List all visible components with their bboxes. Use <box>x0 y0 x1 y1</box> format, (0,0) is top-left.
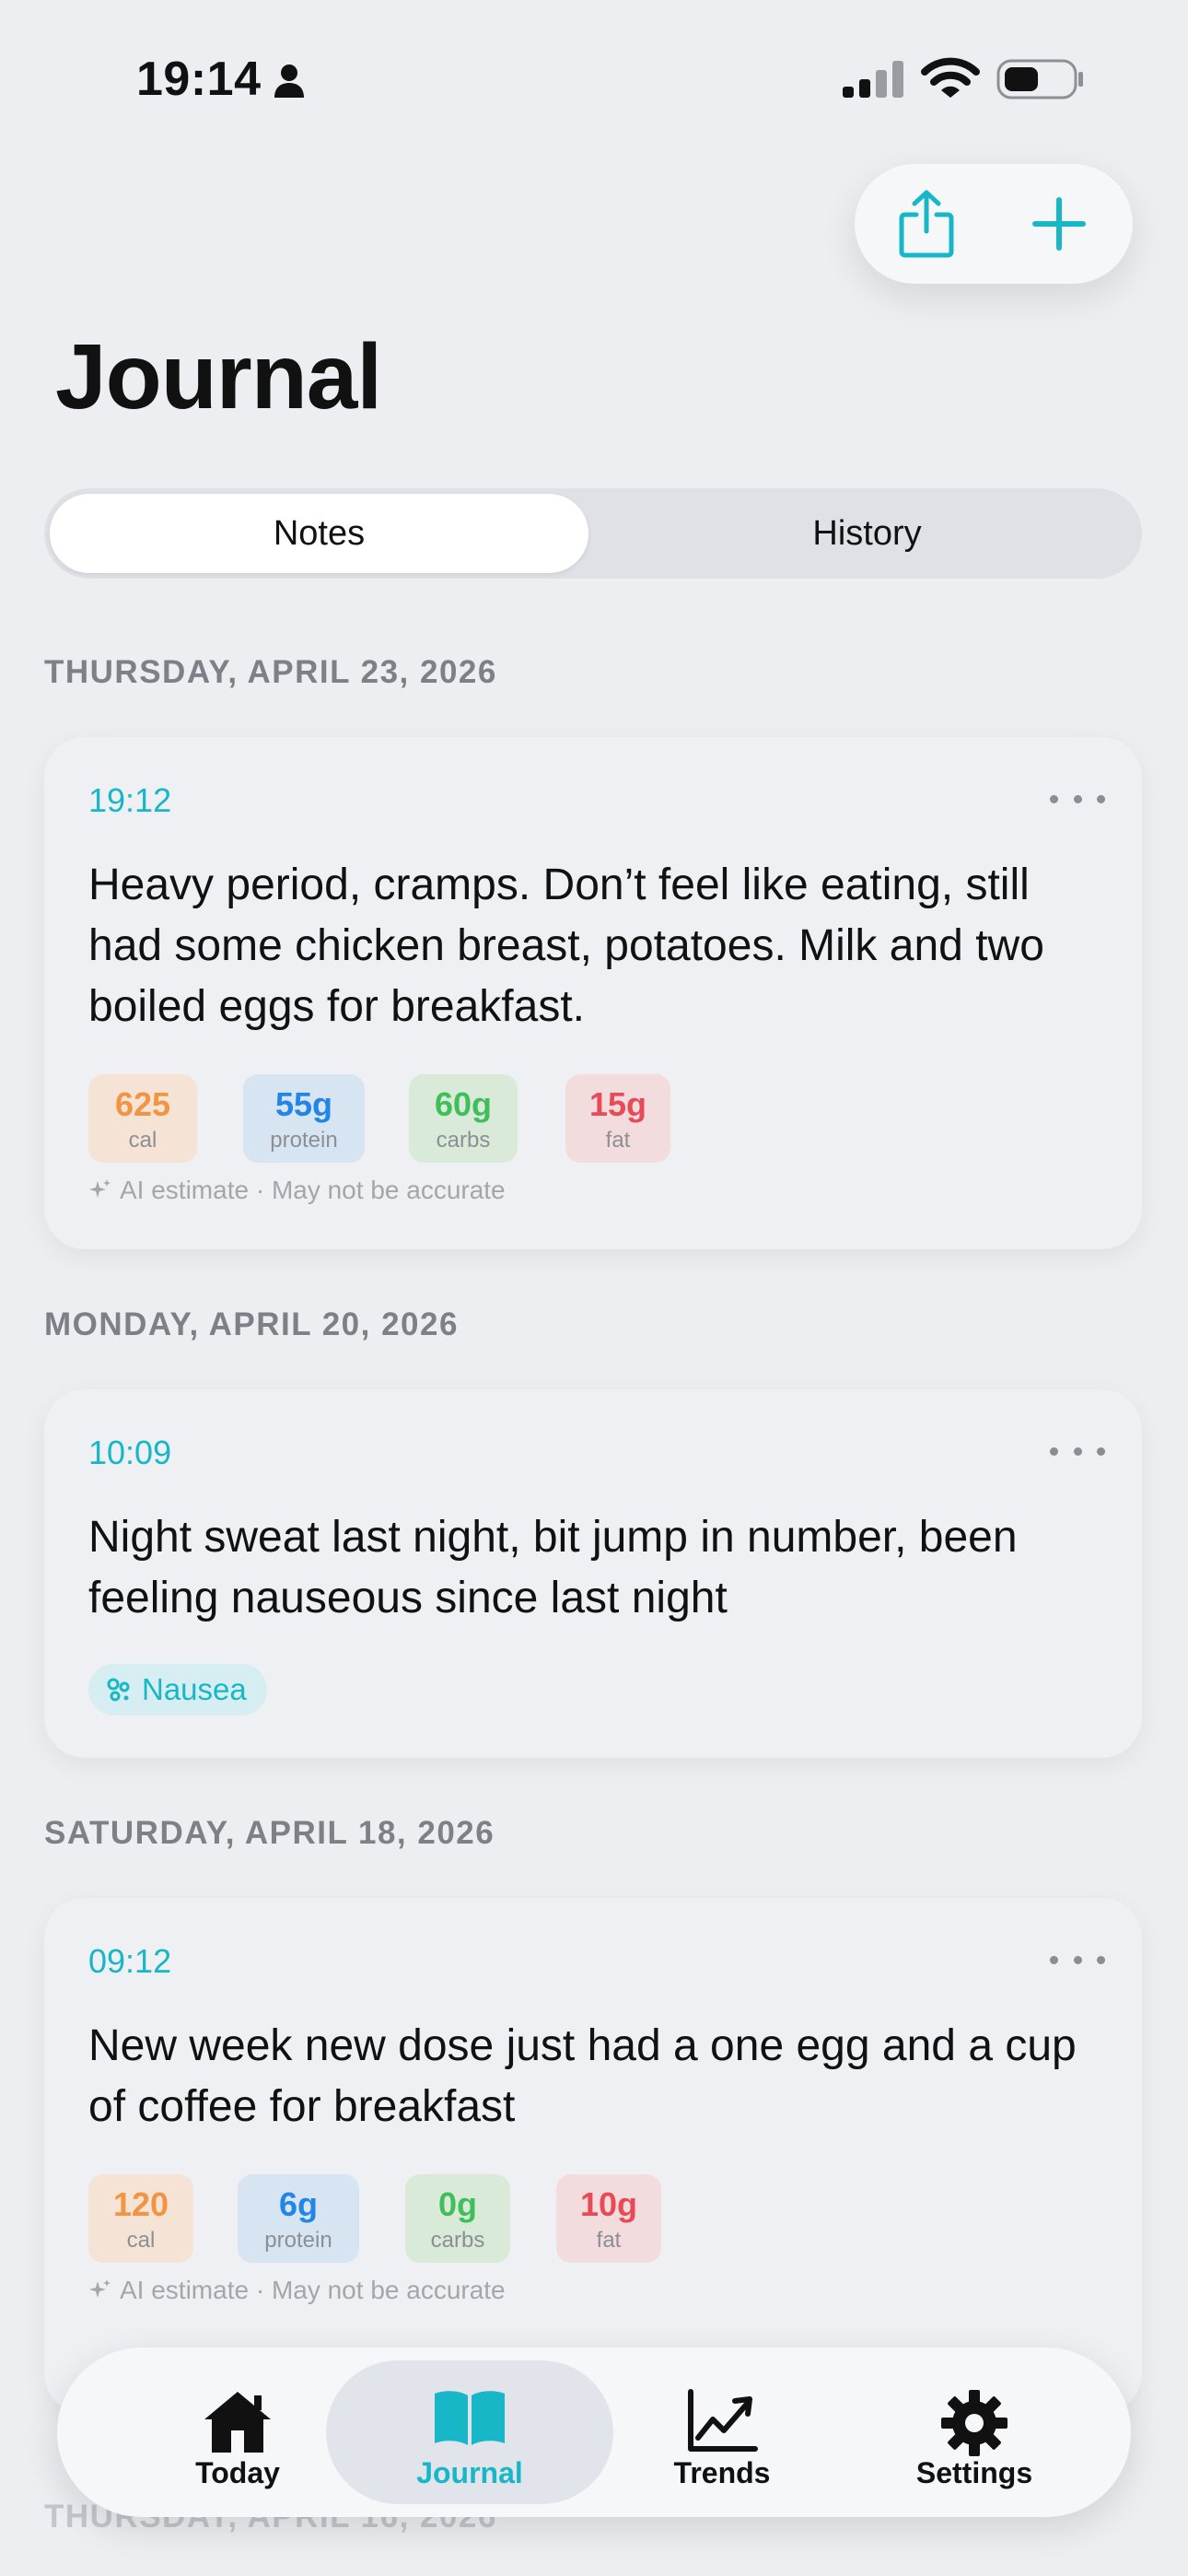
tab-journal-label: Journal <box>416 2456 523 2489</box>
tab-trends[interactable]: Trends <box>578 2360 866 2504</box>
sparkle-icon <box>89 2279 111 2298</box>
book-icon <box>435 2391 505 2445</box>
wifi-icon <box>921 57 980 98</box>
journal-entry-card[interactable]: 10:09 Night sweat last night, bit jump i… <box>44 1389 1142 1758</box>
page-title: Journal <box>55 325 382 428</box>
carbs-chip: 60g carbs <box>409 1074 518 1163</box>
date-header: MONDAY, APRIL 20, 2026 <box>44 1306 459 1342</box>
tab-settings-label: Settings <box>915 2456 1033 2489</box>
entry-time: 09:12 <box>88 1942 172 1980</box>
gear-icon <box>941 2390 1007 2456</box>
fat-chip: 15g fat <box>565 1074 670 1163</box>
signal-icon <box>843 61 903 98</box>
view-segmented-control: Notes History <box>44 488 1142 579</box>
fat-value: 15g <box>588 1085 647 1123</box>
battery-icon <box>996 59 1083 100</box>
calories-chip: 120 cal <box>88 2174 193 2263</box>
fat-value: 10g <box>579 2185 638 2223</box>
ai-estimate-note: AI estimate · May not be accurate <box>88 2276 506 2305</box>
calories-value: 120 <box>112 2185 169 2223</box>
protein-chip: 55g protein <box>243 1074 365 1163</box>
header-actions <box>855 164 1133 284</box>
calories-label: cal <box>126 2228 156 2253</box>
entry-text: Night sweat last night, bit jump in numb… <box>88 1513 1018 1622</box>
segment-history[interactable]: History <box>598 494 1136 573</box>
sparkle-icon <box>89 1179 111 1198</box>
calories-value: 625 <box>114 1085 171 1123</box>
protein-chip: 6g protein <box>238 2174 359 2263</box>
symptom-tag-label: Nausea <box>142 1672 247 1706</box>
calories-chip: 625 cal <box>88 1074 197 1163</box>
more-options-button[interactable] <box>1050 785 1105 813</box>
protein-label: protein <box>264 2228 332 2253</box>
segment-notes[interactable]: Notes <box>50 494 588 573</box>
date-header: THURSDAY, APRIL 23, 2026 <box>44 654 497 690</box>
symptom-tag[interactable]: Nausea <box>88 1664 267 1715</box>
carbs-chip: 0g carbs <box>405 2174 510 2263</box>
add-entry-button[interactable] <box>995 164 1124 284</box>
entry-text: Heavy period, cramps. Don’t feel like ea… <box>88 861 1044 1031</box>
home-icon <box>204 2392 271 2453</box>
status-bar: 19:14 <box>0 0 1188 157</box>
nausea-icon <box>107 1678 130 1702</box>
more-options-button[interactable] <box>1050 1946 1105 1973</box>
tab-bar: Today Journal Trends Settings <box>57 2348 1131 2517</box>
carbs-label: carbs <box>430 2228 485 2253</box>
fat-label: fat <box>605 1128 631 1153</box>
calories-label: cal <box>128 1128 157 1153</box>
ai-estimate-text: AI estimate · May not be accurate <box>120 2276 506 2304</box>
tab-journal[interactable]: Journal <box>326 2360 613 2504</box>
person-icon <box>274 64 304 98</box>
protein-value: 55g <box>274 1085 333 1123</box>
share-icon <box>899 190 954 258</box>
carbs-label: carbs <box>436 1128 491 1153</box>
entry-time: 19:12 <box>88 781 172 819</box>
ai-estimate-note: AI estimate · May not be accurate <box>88 1176 506 1205</box>
tab-settings[interactable]: Settings <box>831 2360 1118 2504</box>
status-time: 19:14 <box>136 53 262 106</box>
fat-chip: 10g fat <box>556 2174 661 2263</box>
journal-entry-card[interactable]: 19:12 Heavy period, cramps. Don’t feel l… <box>44 737 1142 1249</box>
fat-label: fat <box>596 2228 622 2253</box>
carbs-value: 0g <box>437 2185 477 2223</box>
protein-label: protein <box>270 1128 338 1153</box>
tab-trends-label: Trends <box>673 2456 771 2489</box>
plus-icon <box>1032 197 1086 251</box>
ai-estimate-text: AI estimate · May not be accurate <box>120 1176 506 1204</box>
journal-entry-card[interactable]: 09:12 New week new dose just had a one e… <box>44 1898 1142 2414</box>
entry-time: 10:09 <box>88 1434 172 1471</box>
share-button[interactable] <box>862 164 991 284</box>
carbs-value: 60g <box>434 1085 493 1123</box>
trends-icon <box>688 2389 758 2452</box>
date-header: SATURDAY, APRIL 18, 2026 <box>44 1815 495 1851</box>
more-options-button[interactable] <box>1050 1437 1105 1465</box>
protein-value: 6g <box>278 2185 318 2223</box>
entry-text: New week new dose just had a one egg and… <box>88 2021 1077 2131</box>
